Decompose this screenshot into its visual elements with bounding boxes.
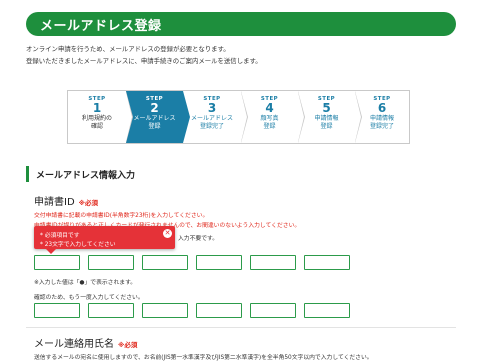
mail-name-instruction: 送信するメールの宛名に使用しますので、お名前(JIS第一水準漢字及びJIS第二水…: [34, 355, 373, 361]
page-title: メールアドレス登録: [40, 19, 162, 34]
step-number: 1: [92, 101, 102, 115]
step-number: 4: [265, 101, 274, 115]
step-6: STEP 6 申請情報 登録完了: [355, 91, 409, 143]
application-id-input-6[interactable]: [304, 255, 350, 270]
page-header: メールアドレス登録: [26, 12, 456, 36]
step-arrow: [183, 91, 190, 143]
validation-error-tooltip: * 必須項目です * 23文字で入力してください ✕: [34, 226, 175, 254]
step-5: STEP 5 申請情報 登録: [298, 91, 362, 143]
application-id-confirm-input-5[interactable]: [250, 303, 296, 318]
application-id-note: 入力不要です。: [178, 236, 218, 242]
step-arrow-inner: [126, 92, 132, 142]
step-name: 登録: [263, 122, 276, 130]
required-badge: ※必須: [78, 199, 98, 207]
step-name: メールアドレス: [133, 115, 176, 122]
mail-name-label: メール連絡用氏名 ※必須: [34, 335, 137, 350]
step-number: 5: [322, 101, 331, 115]
error-required: * 必須項目です: [40, 233, 80, 239]
step-number: 3: [207, 101, 217, 115]
application-id-confirm-input-2[interactable]: [88, 303, 134, 318]
required-badge: ※必須: [118, 341, 138, 349]
application-id-confirm-input-3[interactable]: [142, 303, 188, 318]
step-name: 申請情報: [369, 115, 394, 122]
application-id-input-5[interactable]: [250, 255, 296, 270]
application-id-input-3[interactable]: [142, 255, 188, 270]
step-name: メールアドレス: [190, 115, 233, 122]
application-id-confirm-input-6[interactable]: [304, 303, 350, 318]
step-number: 6: [377, 101, 387, 115]
tooltip-tail: [46, 249, 56, 254]
section-title: メールアドレス情報入力: [36, 171, 136, 181]
section-divider: [26, 327, 456, 328]
section-accent-bar: [26, 166, 29, 182]
step-name: 登録完了: [369, 122, 394, 130]
intro-line-1: オンライン申請を行うため、メールアドレスの登録が必要となります。: [26, 45, 230, 53]
field-title-text: 申請書ID: [34, 197, 75, 208]
step-name: 登録: [148, 122, 161, 130]
close-icon[interactable]: ✕: [163, 229, 172, 238]
intro-line-2: 登録いただきましたメールアドレスに、申請手続きのご案内メールを送信します。: [26, 57, 262, 65]
step-3: STEP 3 メールアドレス 登録完了: [183, 91, 248, 143]
application-id-instruction: 交付申請書に記載の申請書ID(半角数字23桁)を入力してください。: [34, 213, 209, 219]
masked-input-note: ※入力した値は「●」で表示されます。: [34, 280, 137, 286]
step-name: 顔写真: [260, 115, 279, 122]
step-name: 確認: [90, 122, 103, 130]
step-name: 登録: [320, 122, 333, 130]
step-1: STEP 1 利用規約の 確認: [68, 91, 133, 143]
step-2: STEP 2 メールアドレス 登録: [126, 91, 190, 143]
step-progress: STEP 1 利用規約の 確認 STEP 2 メールアドレス 登録 STEP 3…: [67, 90, 410, 144]
error-length: * 23文字で入力してください: [40, 242, 116, 248]
step-number: 2: [150, 101, 159, 115]
step-name: 利用規約の: [81, 115, 112, 122]
application-id-confirm-input-1[interactable]: [34, 303, 80, 318]
step-name: 申請情報: [314, 115, 339, 122]
application-id-input-2[interactable]: [88, 255, 134, 270]
application-id-input-1[interactable]: [34, 255, 80, 270]
field-title-text: メール連絡用氏名: [34, 339, 114, 350]
step-arrow-inner: [241, 92, 247, 142]
step-arrow-inner: [355, 92, 361, 142]
application-id-label: 申請書ID ※必須: [34, 193, 98, 208]
step-arrow-inner: [298, 92, 304, 142]
step-4: STEP 4 顔写真 登録: [241, 91, 305, 143]
step-name: 登録完了: [199, 122, 224, 130]
confirm-input-note: 確認のため、もう一度入力してください。: [34, 295, 144, 301]
application-id-input-4[interactable]: [196, 255, 242, 270]
application-id-confirm-input-4[interactable]: [196, 303, 242, 318]
